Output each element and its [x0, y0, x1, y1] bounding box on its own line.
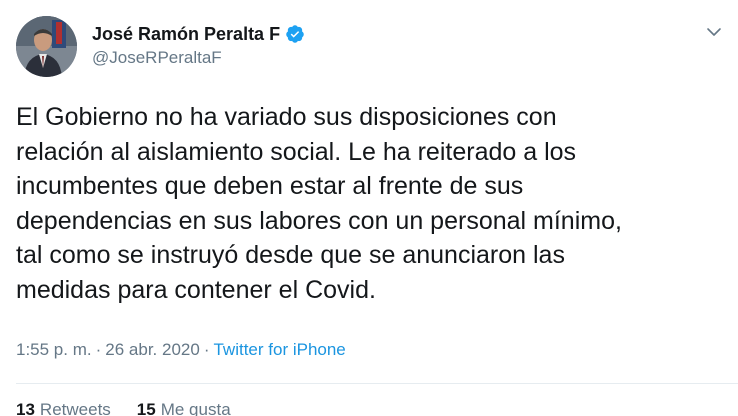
author-handle[interactable]: @JoseRPeraltaF: [92, 48, 222, 68]
verified-badge-icon: [285, 24, 305, 44]
tweet-text: El Gobierno no ha variado sus disposicio…: [16, 103, 622, 304]
retweets-label: Retweets: [39, 400, 111, 416]
tweet-stats: 13 Retweets 15 Me gusta: [16, 400, 257, 416]
likes-stat[interactable]: 15 Me gusta: [137, 400, 231, 416]
chevron-down-icon[interactable]: [704, 22, 724, 42]
likes-count: 15: [136, 400, 156, 416]
author-name-row[interactable]: José Ramón Peralta F: [92, 22, 305, 46]
avatar[interactable]: [16, 16, 77, 77]
meta-separator: ·: [203, 340, 210, 359]
retweets-stat[interactable]: 13 Retweets: [16, 400, 111, 416]
likes-label: Me gusta: [160, 400, 231, 416]
tweet-card: José Ramón Peralta F @JoseRPeraltaF El G…: [0, 0, 738, 416]
meta-separator: ·: [95, 340, 102, 359]
retweets-count: 13: [16, 400, 35, 416]
tweet-meta: 1:55 p. m. · 26 abr. 2020 · Twitter for iPho…: [16, 340, 346, 360]
tweet-date[interactable]: 26 abr. 2020: [105, 340, 200, 359]
divider: [16, 383, 738, 384]
tweet-time[interactable]: 1:55 p. m.: [16, 340, 92, 359]
tweet-source-link[interactable]: Twitter for iPhone: [213, 340, 345, 359]
author-name[interactable]: José Ramón Peralta F: [92, 24, 280, 45]
